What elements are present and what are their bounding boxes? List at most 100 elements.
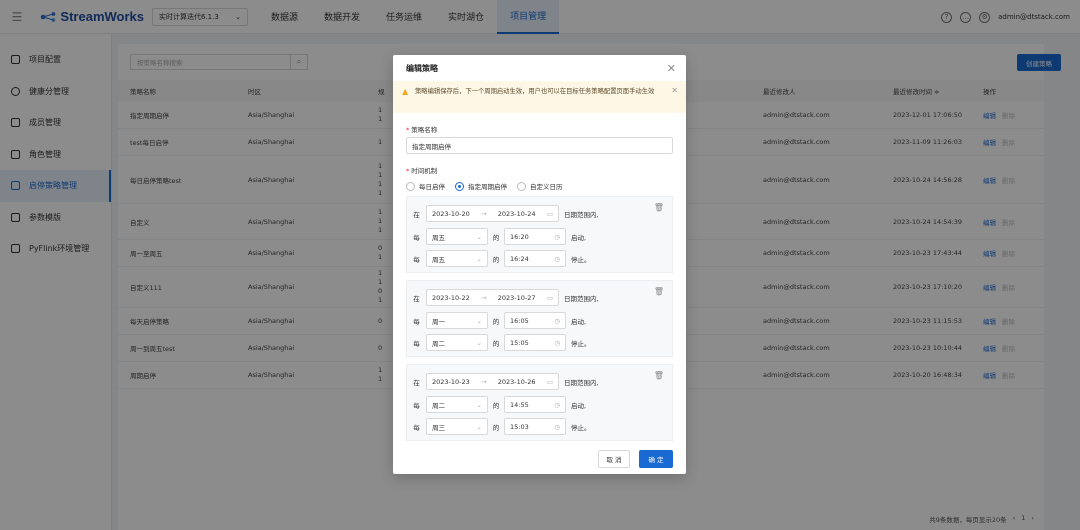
range-suffix: 日期范围内, [564, 294, 599, 303]
date-range-picker[interactable]: 2023-10-20 → 2023-10-24 ▭ [426, 205, 559, 222]
warning-text: 策略编辑保存后，下一个周期启动生效，用户也可以在目标任务策略配置页面手动生效 [415, 88, 655, 95]
start-suffix: 启动, [571, 401, 587, 410]
calendar-icon: ▭ [546, 293, 553, 302]
start-suffix: 启动, [571, 317, 587, 326]
clock-icon: ◷ [554, 400, 560, 409]
date-range-picker[interactable]: 2023-10-22 → 2023-10-27 ▭ [426, 289, 559, 306]
start-row: 每 周一 ⌄ 的 16:05 ◷ 启动, [407, 312, 674, 329]
end-date: 2023-10-27 [497, 293, 536, 302]
radio-circle [455, 181, 464, 191]
stop-time: 15:05 [510, 338, 529, 347]
in-label: 在 [413, 294, 420, 303]
start-day-select[interactable]: 周二 ⌄ [426, 396, 488, 413]
start-time: 16:05 [510, 316, 529, 325]
every-label: 每 [413, 255, 420, 264]
strategy-name-input[interactable]: 指定周期启停 [406, 137, 673, 154]
radio-label: 每日启停 [419, 183, 445, 191]
stop-day: 周五 [432, 255, 445, 264]
trash-icon[interactable]: 🗑 [654, 287, 664, 296]
date-range-row: 在 2023-10-23 → 2023-10-26 ▭ 日期范围内, [407, 373, 674, 390]
of-label: 的 [492, 339, 500, 348]
confirm-button[interactable]: 确 定 [639, 450, 673, 468]
of-label: 的 [492, 317, 500, 326]
range-suffix: 日期范围内, [564, 210, 599, 219]
start-row: 每 周五 ⌄ 的 16:20 ◷ 启动, [407, 228, 674, 245]
clock-icon: ◷ [554, 422, 560, 431]
chevron-down-icon: ⌄ [476, 316, 482, 325]
stop-row: 每 周五 ⌄ 的 16:24 ◷ 停止。 [407, 250, 674, 267]
range-suffix: 日期范围内, [564, 378, 599, 387]
stop-day-select[interactable]: 周五 ⌄ [426, 250, 488, 267]
required-mark: * [406, 167, 410, 175]
stop-time-picker[interactable]: 15:03 ◷ [504, 418, 566, 435]
start-day: 周二 [432, 401, 445, 410]
stop-day: 周三 [432, 423, 445, 432]
schedule-block: 在 2023-10-20 → 2023-10-24 ▭ 日期范围内, 🗑 每周五 ⌄ 的 16:20… [406, 196, 673, 273]
time-mechanism-label-text: 时间机制 [411, 167, 438, 175]
modal-header: 编辑策略 ✕ [393, 55, 686, 81]
start-date: 2023-10-23 [432, 377, 470, 386]
of-label: 的 [492, 401, 500, 410]
start-day-select[interactable]: 周一 ⌄ [426, 312, 488, 329]
every-label: 每 [413, 317, 420, 326]
time-mechanism-radios: 每日启停 指定周期启停 自定义日历 [406, 181, 563, 191]
start-time: 16:20 [510, 232, 529, 241]
stop-suffix: 停止。 [571, 423, 591, 432]
clock-icon: ◷ [554, 254, 560, 263]
every-label: 每 [413, 401, 420, 410]
start-time-picker[interactable]: 16:05 ◷ [504, 312, 566, 329]
strategy-name-label: * 策略名称 [406, 124, 437, 134]
stop-time-picker[interactable]: 15:05 ◷ [504, 334, 566, 351]
stop-time-picker[interactable]: 16:24 ◷ [504, 250, 566, 267]
start-date: 2023-10-20 [432, 209, 470, 218]
warning-banner: ▲ 策略编辑保存后，下一个周期启动生效，用户也可以在目标任务策略配置页面手动生效 ✕ [393, 81, 686, 113]
required-mark: * [406, 126, 410, 134]
of-label: 的 [492, 423, 500, 432]
end-date: 2023-10-24 [497, 209, 536, 218]
close-icon[interactable]: ✕ [671, 85, 678, 97]
stop-day-select[interactable]: 周二 ⌄ [426, 334, 488, 351]
stop-suffix: 停止。 [571, 339, 591, 348]
trash-icon[interactable]: 🗑 [654, 371, 664, 380]
start-day: 周一 [432, 317, 445, 326]
cancel-button[interactable]: 取 消 [598, 450, 630, 468]
stop-time: 15:03 [510, 422, 529, 431]
start-day-select[interactable]: 周五 ⌄ [426, 228, 488, 245]
radio-custom-calendar[interactable]: 自定义日历 [517, 181, 563, 191]
trash-icon[interactable]: 🗑 [654, 203, 664, 212]
end-date: 2023-10-26 [497, 377, 536, 386]
stop-day: 周二 [432, 339, 445, 348]
warning-icon: ▲ [402, 87, 409, 96]
radio-label: 指定周期启停 [468, 183, 507, 191]
every-label: 每 [413, 339, 420, 348]
start-time-picker[interactable]: 14:55 ◷ [504, 396, 566, 413]
of-label: 的 [492, 255, 500, 264]
chevron-down-icon: ⌄ [476, 232, 482, 241]
radio-circle [406, 181, 415, 191]
stop-day-select[interactable]: 周三 ⌄ [426, 418, 488, 435]
arrow-right-icon: → [481, 209, 487, 218]
radio-label: 自定义日历 [530, 183, 563, 191]
date-range-row: 在 2023-10-22 → 2023-10-27 ▭ 日期范围内, [407, 289, 674, 306]
of-label: 的 [492, 233, 500, 242]
radio-periodic[interactable]: 指定周期启停 [455, 181, 507, 191]
stop-suffix: 停止。 [571, 255, 591, 264]
date-range-picker[interactable]: 2023-10-23 → 2023-10-26 ▭ [426, 373, 559, 390]
chevron-down-icon: ⌄ [476, 254, 482, 263]
date-range-row: 在 2023-10-20 → 2023-10-24 ▭ 日期范围内, [407, 205, 674, 222]
chevron-down-icon: ⌄ [476, 422, 482, 431]
radio-circle [517, 181, 526, 191]
schedule-block: 在 2023-10-22 → 2023-10-27 ▭ 日期范围内, 🗑 每 周一 ⌄ 的 16:05… [406, 280, 673, 357]
start-row: 每 周二 ⌄ 的 14:55 ◷ 启动, [407, 396, 674, 413]
chevron-down-icon: ⌄ [476, 400, 482, 409]
calendar-icon: ▭ [546, 209, 553, 218]
start-date: 2023-10-22 [432, 293, 470, 302]
stop-row: 每 周三 ⌄ 的 15:03 ◷ 停止。 [407, 418, 674, 435]
modal-title: 编辑策略 [406, 63, 438, 73]
close-icon[interactable]: ✕ [667, 62, 676, 75]
start-time-picker[interactable]: 16:20 ◷ [504, 228, 566, 245]
radio-daily[interactable]: 每日启停 [406, 181, 445, 191]
arrow-right-icon: → [481, 377, 487, 386]
calendar-icon: ▭ [546, 377, 553, 386]
schedule-block: 在 2023-10-23 → 2023-10-26 ▭ 日期范围内, 🗑 每 周二 ⌄ 的 14:55… [406, 364, 673, 441]
